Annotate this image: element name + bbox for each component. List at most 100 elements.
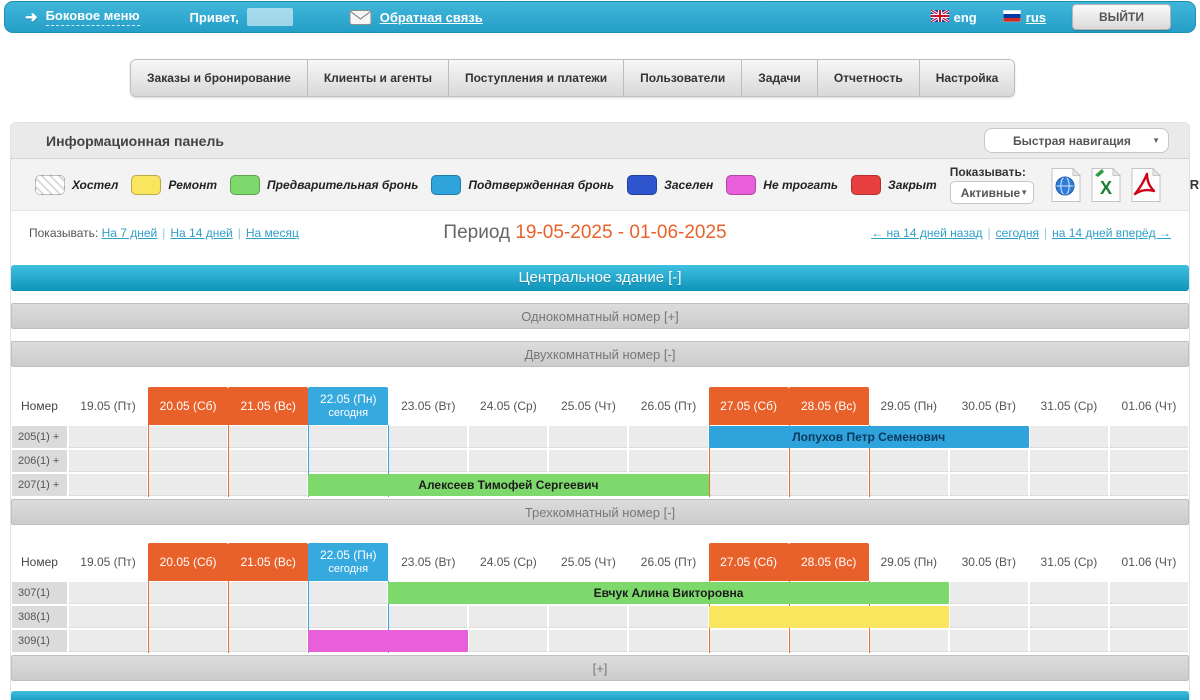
day-cell[interactable] — [69, 474, 147, 496]
room-label[interactable]: 206(1) + — [12, 450, 67, 472]
booking-bar[interactable]: Евчук Алина Викторовна — [388, 582, 949, 604]
nav-tab-5[interactable]: Отчетность — [818, 60, 920, 96]
day-cell[interactable] — [549, 606, 627, 628]
nav-tab-4[interactable]: Задачи — [742, 60, 818, 96]
day-cell[interactable] — [69, 582, 147, 604]
day-cell[interactable] — [149, 474, 227, 496]
lang-eng[interactable]: eng — [931, 10, 977, 25]
day-cell[interactable] — [469, 450, 547, 472]
day-cell[interactable] — [69, 630, 147, 652]
lang-rus-link[interactable]: rus — [1026, 10, 1046, 25]
booking-bar[interactable]: Алексеев Тимофей Сергеевич — [308, 474, 708, 496]
back-14-days-link[interactable]: ← на 14 дней назад — [871, 226, 982, 240]
day-cell[interactable] — [69, 606, 147, 628]
day-cell[interactable] — [229, 582, 307, 604]
room-label[interactable]: 308(1) — [12, 606, 67, 628]
status-filter-select[interactable]: Активные ▼ — [950, 181, 1034, 204]
day-cell[interactable] — [790, 474, 868, 496]
day-cell[interactable] — [950, 582, 1028, 604]
day-cell[interactable] — [549, 426, 627, 448]
day-cell[interactable] — [870, 474, 948, 496]
lang-rus[interactable]: rus — [1003, 10, 1046, 25]
day-cell[interactable] — [69, 426, 147, 448]
booking-bar[interactable]: Лопухов Петр Семенович — [709, 426, 1029, 448]
quick-nav-select[interactable]: Быстрая навигация ▼ — [984, 128, 1169, 153]
today-link[interactable]: сегодня — [996, 226, 1039, 240]
logout-button[interactable]: выйти — [1072, 4, 1171, 30]
day-cell[interactable] — [229, 606, 307, 628]
day-cell[interactable] — [1110, 426, 1188, 448]
room-label[interactable]: 307(1) — [12, 582, 67, 604]
day-cell[interactable] — [149, 606, 227, 628]
day-cell[interactable] — [309, 426, 387, 448]
room-label[interactable]: 205(1) + — [12, 426, 67, 448]
room-label[interactable]: 309(1) — [12, 630, 67, 652]
day-cell[interactable] — [1030, 630, 1108, 652]
section-two-room[interactable]: Двухкомнатный номер [-] — [11, 341, 1189, 367]
side-menu-link[interactable]: Боковое меню — [46, 8, 140, 26]
range-14-days-link[interactable]: На 14 дней — [170, 226, 232, 240]
day-cell[interactable] — [309, 606, 387, 628]
range-month-link[interactable]: На месяц — [246, 226, 299, 240]
day-cell[interactable] — [69, 450, 147, 472]
day-cell[interactable] — [229, 450, 307, 472]
day-cell[interactable] — [710, 630, 788, 652]
day-cell[interactable] — [1030, 426, 1108, 448]
day-cell[interactable] — [710, 474, 788, 496]
nav-tab-2[interactable]: Поступления и платежи — [449, 60, 624, 96]
day-cell[interactable] — [629, 450, 707, 472]
building-header[interactable]: Центральное здание [-] — [11, 265, 1189, 291]
day-cell[interactable] — [790, 630, 868, 652]
day-cell[interactable] — [710, 450, 788, 472]
day-cell[interactable] — [950, 606, 1028, 628]
day-cell[interactable] — [1030, 606, 1108, 628]
range-7-days-link[interactable]: На 7 дней — [102, 226, 158, 240]
booking-bar[interactable] — [308, 630, 468, 652]
day-cell[interactable] — [309, 582, 387, 604]
web-export-icon[interactable] — [1050, 167, 1082, 203]
day-cell[interactable] — [469, 426, 547, 448]
day-cell[interactable] — [549, 630, 627, 652]
feedback-link[interactable]: Обратная связь — [380, 10, 483, 25]
forward-14-days-link[interactable]: на 14 дней вперёд → — [1052, 226, 1171, 240]
day-cell[interactable] — [229, 426, 307, 448]
booking-bar[interactable] — [709, 606, 949, 628]
nav-tab-0[interactable]: Заказы и бронирование — [131, 60, 308, 96]
day-cell[interactable] — [1110, 582, 1188, 604]
section-expand[interactable]: [+] — [11, 655, 1189, 681]
day-cell[interactable] — [790, 450, 868, 472]
day-cell[interactable] — [469, 606, 547, 628]
section-three-room[interactable]: Трехкомнатный номер [-] — [11, 499, 1189, 525]
day-cell[interactable] — [870, 450, 948, 472]
day-cell[interactable] — [149, 582, 227, 604]
day-cell[interactable] — [950, 450, 1028, 472]
day-cell[interactable] — [469, 630, 547, 652]
day-cell[interactable] — [1030, 474, 1108, 496]
nav-tab-1[interactable]: Клиенты и агенты — [308, 60, 449, 96]
day-cell[interactable] — [149, 426, 227, 448]
day-cell[interactable] — [229, 630, 307, 652]
day-cell[interactable] — [629, 426, 707, 448]
day-cell[interactable] — [149, 450, 227, 472]
day-cell[interactable] — [389, 606, 467, 628]
room-label[interactable]: 207(1) + — [12, 474, 67, 496]
next-building-bar[interactable] — [11, 691, 1189, 700]
day-cell[interactable] — [389, 426, 467, 448]
day-cell[interactable] — [1110, 606, 1188, 628]
section-one-room[interactable]: Однокомнатный номер [+] — [11, 303, 1189, 329]
day-cell[interactable] — [1030, 582, 1108, 604]
day-cell[interactable] — [950, 630, 1028, 652]
day-cell[interactable] — [549, 450, 627, 472]
day-cell[interactable] — [629, 630, 707, 652]
day-cell[interactable] — [149, 630, 227, 652]
day-cell[interactable] — [629, 606, 707, 628]
nav-tab-3[interactable]: Пользователи — [624, 60, 742, 96]
day-cell[interactable] — [1110, 474, 1188, 496]
pdf-export-icon[interactable] — [1130, 167, 1162, 203]
day-cell[interactable] — [309, 450, 387, 472]
day-cell[interactable] — [1110, 450, 1188, 472]
day-cell[interactable] — [229, 474, 307, 496]
nav-tab-6[interactable]: Настройка — [920, 60, 1015, 96]
day-cell[interactable] — [870, 630, 948, 652]
day-cell[interactable] — [1030, 450, 1108, 472]
